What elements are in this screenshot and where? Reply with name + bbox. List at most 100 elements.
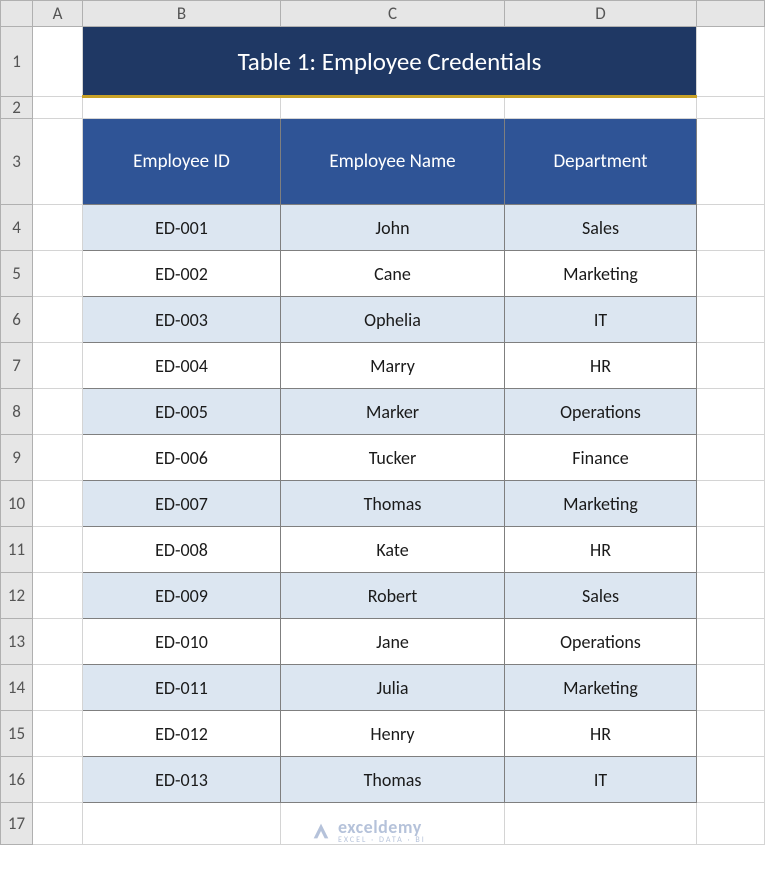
- cell-A8[interactable]: [33, 389, 83, 435]
- table-row[interactable]: ED-004: [83, 343, 281, 389]
- table-row[interactable]: Sales: [505, 573, 697, 619]
- table-row[interactable]: Operations: [505, 619, 697, 665]
- cell-E16[interactable]: [697, 757, 765, 803]
- col-header-C[interactable]: C: [281, 1, 505, 27]
- row-header-1[interactable]: 1: [1, 27, 33, 97]
- cell-A9[interactable]: [33, 435, 83, 481]
- table-row[interactable]: Finance: [505, 435, 697, 481]
- table-row[interactable]: Jane: [281, 619, 505, 665]
- cell-E10[interactable]: [697, 481, 765, 527]
- cell-A2[interactable]: [33, 97, 83, 119]
- table-row[interactable]: Henry: [281, 711, 505, 757]
- row-header-17[interactable]: 17: [1, 803, 33, 845]
- cell-E14[interactable]: [697, 665, 765, 711]
- title-cell[interactable]: Table 1: Employee Credentials: [83, 27, 697, 97]
- table-row[interactable]: ED-002: [83, 251, 281, 297]
- table-row[interactable]: HR: [505, 527, 697, 573]
- cell-E2[interactable]: [697, 97, 765, 119]
- cell-E8[interactable]: [697, 389, 765, 435]
- row-header-6[interactable]: 6: [1, 297, 33, 343]
- table-row[interactable]: HR: [505, 711, 697, 757]
- table-row[interactable]: Sales: [505, 205, 697, 251]
- table-row[interactable]: John: [281, 205, 505, 251]
- table-row[interactable]: Thomas: [281, 481, 505, 527]
- row-header-10[interactable]: 10: [1, 481, 33, 527]
- cell-A11[interactable]: [33, 527, 83, 573]
- cell-E6[interactable]: [697, 297, 765, 343]
- table-row[interactable]: IT: [505, 757, 697, 803]
- row-header-2[interactable]: 2: [1, 97, 33, 119]
- row-header-16[interactable]: 16: [1, 757, 33, 803]
- table-row[interactable]: ED-008: [83, 527, 281, 573]
- col-header-B[interactable]: B: [83, 1, 281, 27]
- table-row[interactable]: Kate: [281, 527, 505, 573]
- cell-B17[interactable]: [83, 803, 281, 845]
- table-row[interactable]: ED-006: [83, 435, 281, 481]
- table-row[interactable]: Marketing: [505, 251, 697, 297]
- cell-A6[interactable]: [33, 297, 83, 343]
- table-row[interactable]: ED-010: [83, 619, 281, 665]
- row-header-11[interactable]: 11: [1, 527, 33, 573]
- table-row[interactable]: Robert: [281, 573, 505, 619]
- cell-E4[interactable]: [697, 205, 765, 251]
- cell-E1[interactable]: [697, 27, 765, 97]
- cell-A15[interactable]: [33, 711, 83, 757]
- cell-A17[interactable]: [33, 803, 83, 845]
- cell-A1[interactable]: [33, 27, 83, 97]
- row-header-13[interactable]: 13: [1, 619, 33, 665]
- table-row[interactable]: IT: [505, 297, 697, 343]
- cell-C2[interactable]: [281, 97, 505, 119]
- table-row[interactable]: ED-012: [83, 711, 281, 757]
- table-row[interactable]: Ophelia: [281, 297, 505, 343]
- cell-A10[interactable]: [33, 481, 83, 527]
- table-row[interactable]: Thomas: [281, 757, 505, 803]
- cell-E5[interactable]: [697, 251, 765, 297]
- header-department[interactable]: Department: [505, 119, 697, 205]
- select-all-corner[interactable]: [1, 1, 33, 27]
- cell-A12[interactable]: [33, 573, 83, 619]
- cell-E9[interactable]: [697, 435, 765, 481]
- table-row[interactable]: ED-007: [83, 481, 281, 527]
- table-row[interactable]: Operations: [505, 389, 697, 435]
- col-header-D[interactable]: D: [505, 1, 697, 27]
- row-header-3[interactable]: 3: [1, 119, 33, 205]
- cell-E3[interactable]: [697, 119, 765, 205]
- header-employee-id[interactable]: Employee ID: [83, 119, 281, 205]
- cell-A16[interactable]: [33, 757, 83, 803]
- table-row[interactable]: ED-003: [83, 297, 281, 343]
- table-row[interactable]: ED-009: [83, 573, 281, 619]
- header-employee-name[interactable]: Employee Name: [281, 119, 505, 205]
- table-row[interactable]: ED-011: [83, 665, 281, 711]
- cell-E11[interactable]: [697, 527, 765, 573]
- cell-A7[interactable]: [33, 343, 83, 389]
- cell-B2[interactable]: [83, 97, 281, 119]
- cell-D2[interactable]: [505, 97, 697, 119]
- row-header-4[interactable]: 4: [1, 205, 33, 251]
- cell-E15[interactable]: [697, 711, 765, 757]
- table-row[interactable]: ED-005: [83, 389, 281, 435]
- table-row[interactable]: Cane: [281, 251, 505, 297]
- table-row[interactable]: Marketing: [505, 665, 697, 711]
- table-row[interactable]: Tucker: [281, 435, 505, 481]
- table-row[interactable]: Marketing: [505, 481, 697, 527]
- cell-A13[interactable]: [33, 619, 83, 665]
- cell-A4[interactable]: [33, 205, 83, 251]
- cell-A14[interactable]: [33, 665, 83, 711]
- spreadsheet-grid[interactable]: A B C D 1 Table 1: Employee Credentials …: [0, 0, 765, 845]
- cell-E12[interactable]: [697, 573, 765, 619]
- row-header-15[interactable]: 15: [1, 711, 33, 757]
- row-header-9[interactable]: 9: [1, 435, 33, 481]
- col-header-E[interactable]: [697, 1, 765, 27]
- cell-A5[interactable]: [33, 251, 83, 297]
- cell-D17[interactable]: [505, 803, 697, 845]
- row-header-8[interactable]: 8: [1, 389, 33, 435]
- table-row[interactable]: Marker: [281, 389, 505, 435]
- table-row[interactable]: ED-001: [83, 205, 281, 251]
- table-row[interactable]: HR: [505, 343, 697, 389]
- cell-A3[interactable]: [33, 119, 83, 205]
- cell-E13[interactable]: [697, 619, 765, 665]
- row-header-12[interactable]: 12: [1, 573, 33, 619]
- table-row[interactable]: Marry: [281, 343, 505, 389]
- row-header-7[interactable]: 7: [1, 343, 33, 389]
- table-row[interactable]: Julia: [281, 665, 505, 711]
